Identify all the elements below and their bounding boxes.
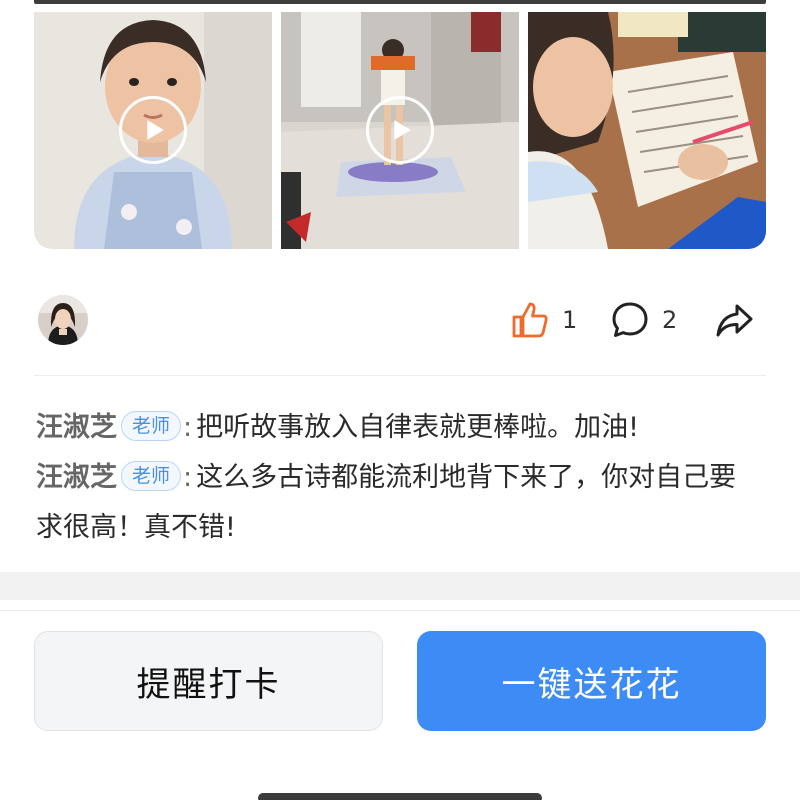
play-button[interactable] <box>366 96 434 164</box>
video-thumbnail-2[interactable] <box>281 12 519 249</box>
avatar[interactable] <box>38 295 88 345</box>
comment-item: 汪淑芝 老师: 把听故事放入自律表就更棒啦。加油! <box>36 403 756 453</box>
media-gallery <box>34 12 766 249</box>
home-indicator[interactable] <box>258 793 542 800</box>
play-icon <box>394 120 411 140</box>
comment-separator: : <box>183 412 193 443</box>
remind-checkin-button[interactable]: 提醒打卡 <box>34 631 383 731</box>
comment-text: 把听故事放入自律表就更棒啦。加油! <box>196 412 639 443</box>
user-avatar-image <box>38 295 88 345</box>
divider <box>34 375 766 376</box>
play-button[interactable] <box>119 96 187 164</box>
send-flowers-button[interactable]: 一键送花花 <box>417 631 766 731</box>
thumbs-up-icon <box>512 302 548 338</box>
comment-list: 汪淑芝 老师: 把听故事放入自律表就更棒啦。加油! 汪淑芝 老师: 这么多古诗都能流利地… <box>36 403 756 553</box>
section-separator <box>0 572 800 600</box>
teacher-badge: 老师 <box>121 411 182 441</box>
comment-bubble-icon <box>612 302 648 337</box>
previous-media-edge <box>34 0 766 4</box>
comment-author[interactable]: 汪淑芝 <box>36 412 117 443</box>
share-button[interactable] <box>714 300 754 340</box>
video-thumbnail-1[interactable] <box>34 12 272 249</box>
like-count: 1 <box>562 306 578 334</box>
bottom-bar-border <box>0 610 800 611</box>
comment-count: 2 <box>662 306 678 334</box>
play-icon <box>147 120 164 140</box>
comment-author[interactable]: 汪淑芝 <box>36 462 117 493</box>
post-action-bar: 1 2 <box>34 290 766 350</box>
comment-item: 汪淑芝 老师: 这么多古诗都能流利地背下来了，你对自己要求很高！真不错! <box>36 453 756 553</box>
comment-separator: : <box>183 462 193 493</box>
like-button[interactable]: 1 <box>510 300 577 340</box>
girl-writing-image <box>528 12 766 249</box>
photo-thumbnail-3[interactable] <box>528 12 766 249</box>
teacher-badge: 老师 <box>121 461 182 491</box>
comment-button[interactable]: 2 <box>610 300 677 340</box>
share-arrow-icon <box>716 304 753 337</box>
